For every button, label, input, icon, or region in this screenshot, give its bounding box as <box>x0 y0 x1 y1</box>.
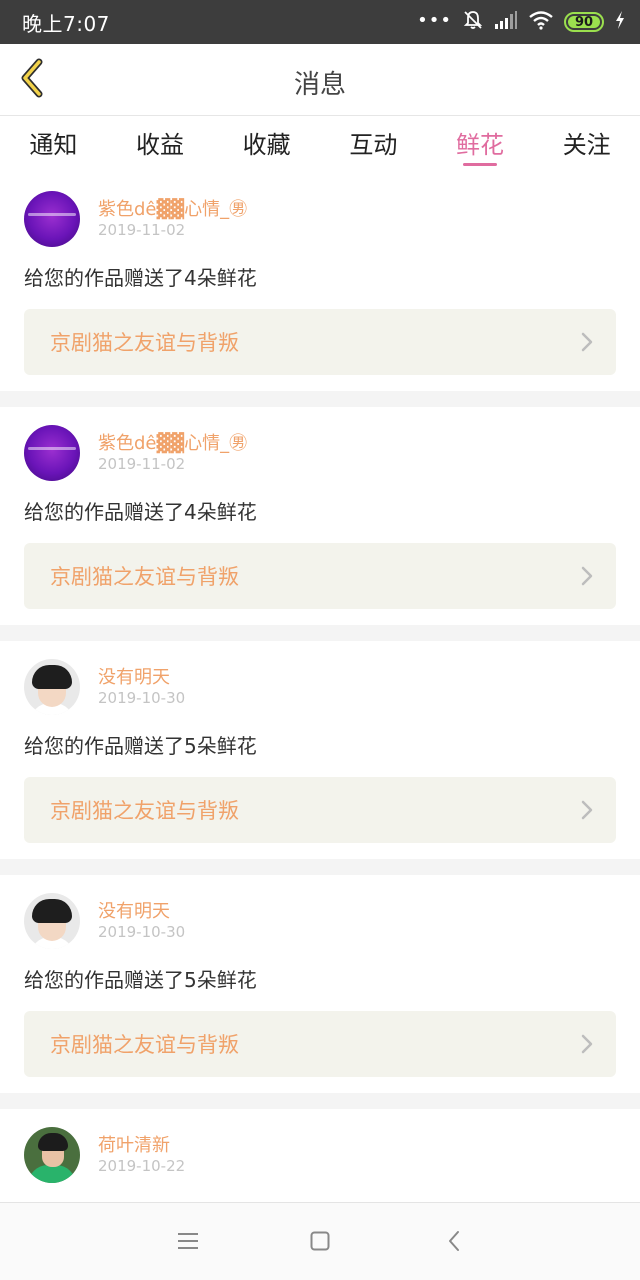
tab-label: 收益 <box>136 131 184 159</box>
battery-icon: 90 <box>564 12 604 32</box>
tab-notifications[interactable]: 通知 <box>0 117 107 173</box>
charging-icon <box>614 10 626 34</box>
sender-row: 紫色dê▓▓心情_㊚ 2019-11-02 <box>24 191 616 247</box>
chevron-right-icon <box>580 331 594 353</box>
avatar[interactable] <box>24 659 80 715</box>
menu-icon <box>177 1232 199 1254</box>
home-button[interactable] <box>300 1223 340 1263</box>
sender-row: 紫色dê▓▓心情_㊚ 2019-11-02 <box>24 425 616 481</box>
back-triangle-icon <box>447 1230 461 1256</box>
avatar[interactable] <box>24 1127 80 1183</box>
chevron-right-icon <box>580 565 594 587</box>
list-item: 紫色dê▓▓心情_㊚ 2019-11-02 给您的作品赠送了4朵鲜花 京剧猫之友… <box>0 407 640 625</box>
tab-follows[interactable]: 关注 <box>533 117 640 173</box>
status-time: 晚上7:07 <box>22 12 110 36</box>
sender-name[interactable]: 没有明天 <box>98 897 170 923</box>
status-icons: ••• 90 <box>417 9 626 35</box>
list-item: 没有明天 2019-10-30 给您的作品赠送了5朵鲜花 京剧猫之友谊与背叛 <box>0 641 640 859</box>
work-title: 京剧猫之友谊与背叛 <box>50 799 239 823</box>
bell-off-icon <box>462 9 484 35</box>
message-date: 2019-10-30 <box>98 689 186 707</box>
tab-interactions[interactable]: 互动 <box>320 117 427 173</box>
sender-row: 没有明天 2019-10-30 <box>24 659 616 715</box>
chevron-right-icon <box>580 1033 594 1055</box>
sender-row: 荷叶清新 2019-10-22 <box>24 1127 616 1183</box>
sender-row: 没有明天 2019-10-30 <box>24 893 616 949</box>
page-title: 消息 <box>293 70 346 100</box>
work-link[interactable]: 京剧猫之友谊与背叛 <box>24 543 616 609</box>
work-title: 京剧猫之友谊与背叛 <box>50 565 239 589</box>
more-dots: ••• <box>417 10 452 31</box>
divider <box>0 625 640 641</box>
tab-label: 鲜花 <box>456 131 505 159</box>
status-bar: 晚上7:07 ••• 90 <box>0 0 640 44</box>
battery-level: 90 <box>574 14 594 30</box>
system-nav-bar <box>0 1202 640 1280</box>
menu-button[interactable] <box>168 1223 208 1263</box>
tab-earnings[interactable]: 收益 <box>107 117 214 173</box>
tab-favorites[interactable]: 收藏 <box>213 117 320 173</box>
flower-message-list: 紫色dê▓▓心情_㊚ 2019-11-02 给您的作品赠送了4朵鲜花 京剧猫之友… <box>0 173 640 1199</box>
tab-label: 收藏 <box>242 131 291 159</box>
active-tab-indicator <box>463 163 498 166</box>
message-date: 2019-10-22 <box>98 1157 186 1175</box>
work-title: 京剧猫之友谊与背叛 <box>50 331 239 355</box>
sender-name[interactable]: 没有明天 <box>98 663 170 689</box>
message-text: 给您的作品赠送了4朵鲜花 <box>24 500 257 524</box>
wifi-icon <box>528 10 554 34</box>
message-text: 给您的作品赠送了5朵鲜花 <box>24 968 257 992</box>
sender-name[interactable]: 紫色dê▓▓心情_㊚ <box>98 429 247 455</box>
divider <box>0 391 640 407</box>
tab-label: 互动 <box>349 131 398 159</box>
message-date: 2019-11-02 <box>98 221 186 239</box>
message-text: 给您的作品赠送了5朵鲜花 <box>24 734 257 758</box>
work-link[interactable]: 京剧猫之友谊与背叛 <box>24 1011 616 1077</box>
divider <box>0 859 640 875</box>
divider <box>0 1093 640 1109</box>
message-text: 给您的作品赠送了4朵鲜花 <box>24 266 257 290</box>
sender-name[interactable]: 紫色dê▓▓心情_㊚ <box>98 195 247 221</box>
message-date: 2019-11-02 <box>98 455 186 473</box>
system-back-button[interactable] <box>434 1223 474 1263</box>
sender-name[interactable]: 荷叶清新 <box>98 1131 170 1157</box>
list-item: 荷叶清新 2019-10-22 <box>0 1109 640 1199</box>
work-title: 京剧猫之友谊与背叛 <box>50 1033 239 1057</box>
tab-label: 通知 <box>29 131 78 159</box>
signal-icon <box>494 10 518 34</box>
avatar[interactable] <box>24 425 80 481</box>
list-item: 紫色dê▓▓心情_㊚ 2019-11-02 给您的作品赠送了4朵鲜花 京剧猫之友… <box>0 173 640 391</box>
tab-flowers[interactable]: 鲜花 <box>427 117 534 173</box>
avatar[interactable] <box>24 191 80 247</box>
tab-bar: 通知 收益 收藏 互动 鲜花 关注 <box>0 117 640 173</box>
avatar[interactable] <box>24 893 80 949</box>
message-date: 2019-10-30 <box>98 923 186 941</box>
app-header: 消息 <box>0 44 640 116</box>
work-link[interactable]: 京剧猫之友谊与背叛 <box>24 777 616 843</box>
list-item: 没有明天 2019-10-30 给您的作品赠送了5朵鲜花 京剧猫之友谊与背叛 <box>0 875 640 1093</box>
tab-label: 关注 <box>562 131 611 159</box>
chevron-right-icon <box>580 799 594 821</box>
home-square-icon <box>310 1231 330 1255</box>
work-link[interactable]: 京剧猫之友谊与背叛 <box>24 309 616 375</box>
